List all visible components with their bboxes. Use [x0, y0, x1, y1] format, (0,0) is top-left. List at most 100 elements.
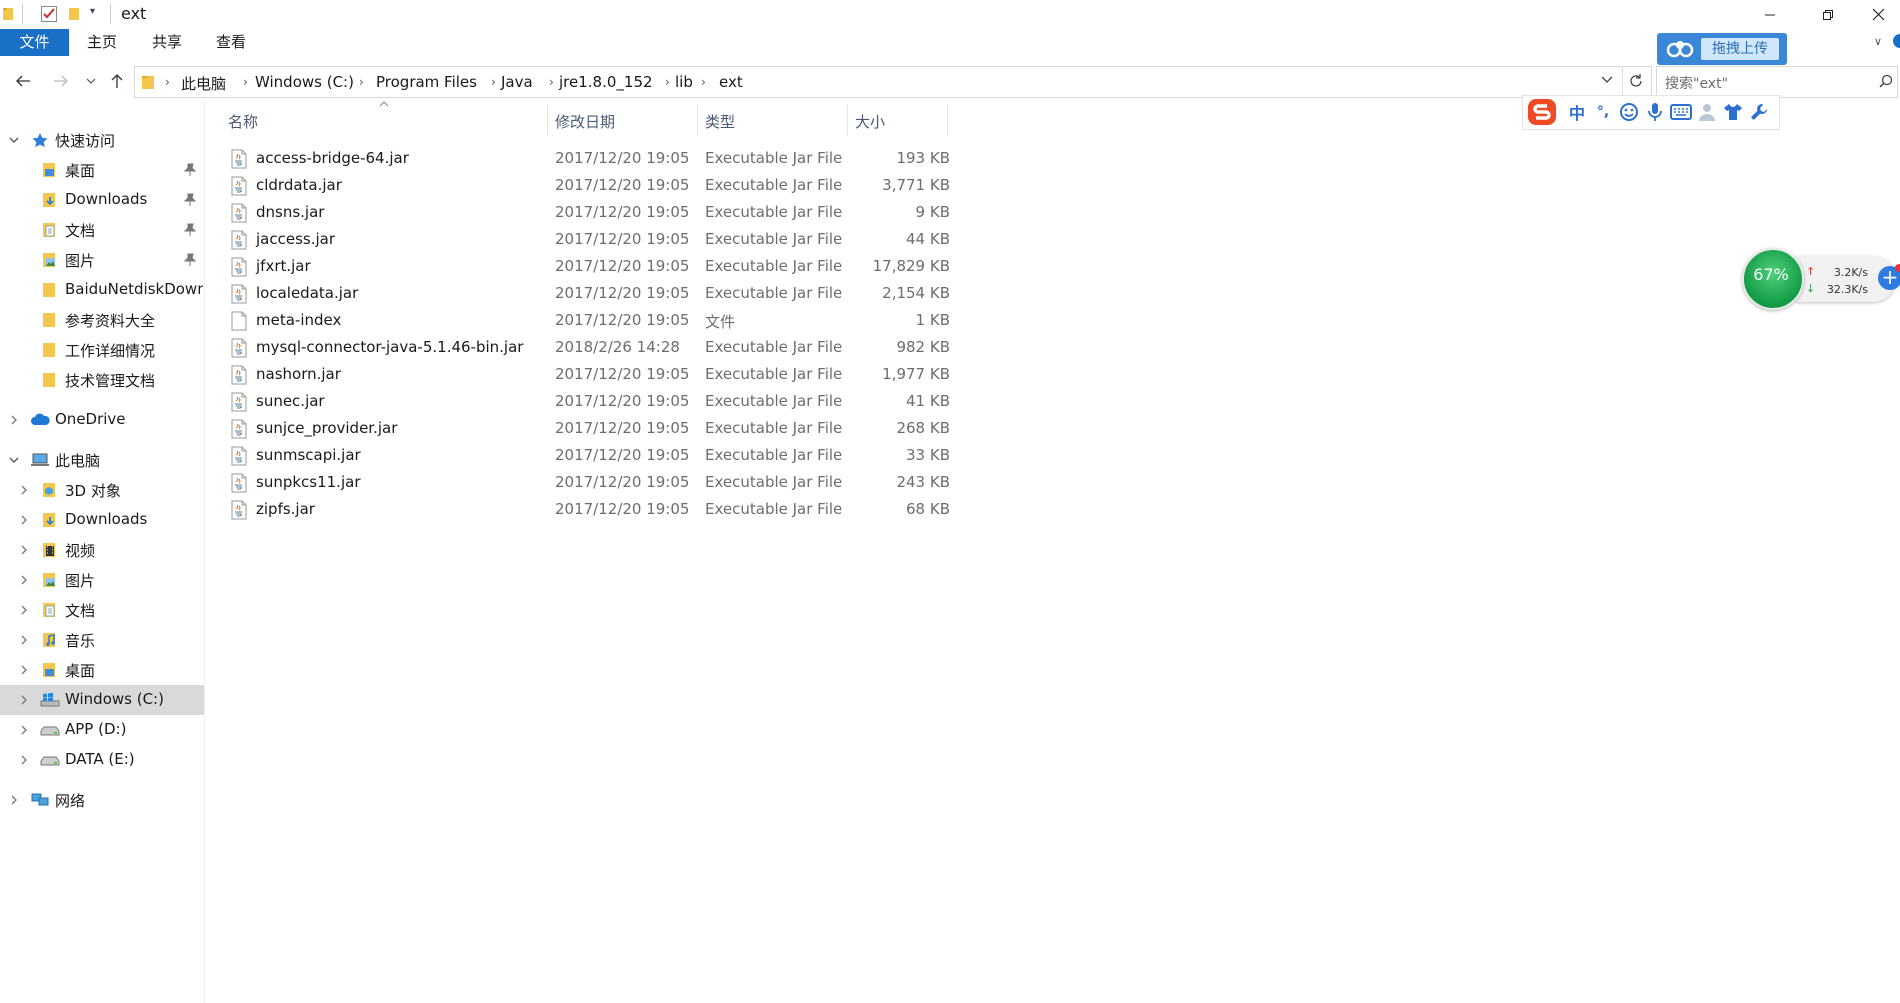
file-row[interactable]: mysql-connector-java-5.1.46-bin.jar 2018/…	[224, 334, 950, 361]
breadcrumb-separator[interactable]: ›	[165, 75, 170, 89]
breadcrumb-lib[interactable]: lib	[675, 73, 693, 91]
nav-folder-baidunetdiskdown[interactable]: BaiduNetdiskDown	[0, 275, 204, 305]
tab-view[interactable]: 查看	[199, 29, 263, 56]
column-header-size[interactable]: 大小	[855, 111, 885, 132]
nav-pc-desktop[interactable]: 桌面	[0, 655, 204, 685]
skin-shirt-icon[interactable]	[1721, 100, 1745, 124]
nav-pc-downloads[interactable]: Downloads	[0, 505, 204, 535]
refresh-icon[interactable]	[1628, 73, 1644, 89]
nav-windows-c[interactable]: Windows (C:)	[0, 685, 204, 715]
column-header-date[interactable]: 修改日期	[555, 111, 615, 132]
chevron-right-icon[interactable]	[18, 633, 30, 647]
file-row[interactable]: jaccess.jar 2017/12/20 19:05 Executable Ja…	[224, 226, 950, 253]
close-button[interactable]	[1857, 0, 1900, 29]
breadcrumb-separator[interactable]: ›	[549, 75, 554, 89]
chevron-right-icon[interactable]	[18, 513, 30, 527]
file-row[interactable]: access-bridge-64.jar 2017/12/20 19:05 Exec…	[224, 145, 950, 172]
chevron-right-icon[interactable]	[18, 723, 30, 737]
nav-videos[interactable]: 视频	[0, 535, 204, 565]
nav-3d-objects[interactable]: 3D 对象	[0, 475, 204, 505]
file-row[interactable]: meta-index 2017/12/20 19:05 文件 1 KB	[224, 307, 950, 334]
address-dropdown-icon[interactable]	[1601, 75, 1613, 85]
restore-button[interactable]	[1799, 0, 1857, 29]
breadcrumb-program-files[interactable]: Program Files	[376, 73, 477, 91]
tab-share[interactable]: 共享	[135, 29, 199, 56]
nav-data-e[interactable]: DATA (E:)	[0, 745, 204, 775]
back-button[interactable]	[12, 70, 34, 92]
ime-chinese-mode[interactable]: 中	[1565, 100, 1589, 124]
nav-pc-pictures[interactable]: 图片	[0, 565, 204, 595]
file-row[interactable]: zipfs.jar 2017/12/20 19:05 Executable Jar …	[224, 496, 950, 523]
chevron-right-icon[interactable]	[18, 693, 30, 707]
tab-home[interactable]: 主页	[69, 29, 135, 56]
nav-app-d[interactable]: APP (D:)	[0, 715, 204, 745]
file-row[interactable]: dnsns.jar 2017/12/20 19:05 Executable Jar …	[224, 199, 950, 226]
search-input[interactable]: 搜索"ext"	[1665, 73, 1728, 93]
recent-locations-button[interactable]	[82, 70, 100, 92]
keyboard-icon[interactable]	[1669, 100, 1693, 124]
search-icon[interactable]	[1879, 74, 1893, 88]
emoji-icon[interactable]	[1617, 100, 1641, 124]
nav-this-pc[interactable]: 此电脑	[0, 445, 204, 475]
wrench-icon[interactable]	[1747, 100, 1771, 124]
column-divider[interactable]	[547, 104, 548, 136]
nav-pc-documents[interactable]: 文档	[0, 595, 204, 625]
nav-pictures[interactable]: 图片	[0, 245, 204, 275]
breadcrumb-windows-c[interactable]: Windows (C:)	[255, 73, 354, 91]
forward-button[interactable]	[50, 70, 72, 92]
user-icon[interactable]	[1695, 100, 1719, 124]
file-row[interactable]: localedata.jar 2017/12/20 19:05 Executable…	[224, 280, 950, 307]
nav-desktop[interactable]: 桌面	[0, 155, 204, 185]
nav-network[interactable]: 网络	[0, 785, 204, 815]
breadcrumb-jre[interactable]: jre1.8.0_152	[559, 73, 653, 91]
pin-icon[interactable]	[184, 253, 196, 267]
file-row[interactable]: sunec.jar 2017/12/20 19:05 Executable Jar …	[224, 388, 950, 415]
nav-music[interactable]: 音乐	[0, 625, 204, 655]
nav-folder-tech-docs[interactable]: 技术管理文档	[0, 365, 204, 395]
file-row[interactable]: sunpkcs11.jar 2017/12/20 19:05 Executable …	[224, 469, 950, 496]
address-bar[interactable]: › 此电脑 › Windows (C:) › Program Files › J…	[134, 66, 1652, 98]
sogou-logo-icon[interactable]	[1525, 96, 1559, 129]
chevron-down-icon[interactable]	[8, 133, 20, 147]
chevron-down-icon[interactable]	[8, 453, 20, 467]
column-divider[interactable]	[697, 104, 698, 136]
breadcrumb-separator[interactable]: ›	[491, 75, 496, 89]
file-row[interactable]: cldrdata.jar 2017/12/20 19:05 Executable J…	[224, 172, 950, 199]
file-row[interactable]: jfxrt.jar 2017/12/20 19:05 Executable Jar …	[224, 253, 950, 280]
ime-punctuation[interactable]: °,	[1591, 100, 1615, 124]
column-header-name[interactable]: 名称	[228, 111, 258, 132]
breadcrumb-separator[interactable]: ›	[665, 75, 670, 89]
column-header-type[interactable]: 类型	[705, 111, 735, 132]
chevron-right-icon[interactable]	[8, 413, 20, 427]
new-folder-icon[interactable]	[68, 6, 80, 22]
search-box[interactable]: 搜索"ext"	[1656, 66, 1898, 98]
breadcrumb-this-pc[interactable]: 此电脑	[181, 73, 226, 94]
chevron-right-icon[interactable]	[18, 543, 30, 557]
chevron-right-icon[interactable]	[18, 573, 30, 587]
chevron-right-icon[interactable]	[8, 793, 20, 807]
nav-folder-work-details[interactable]: 工作详细情况	[0, 335, 204, 365]
customize-quick-access-icon[interactable]: ▾	[90, 6, 95, 17]
chevron-right-icon[interactable]	[18, 483, 30, 497]
baidu-upload-widget[interactable]: 拖拽上传	[1657, 33, 1787, 65]
nav-quick-access[interactable]: 快速访问	[0, 125, 204, 155]
chevron-right-icon[interactable]	[18, 753, 30, 767]
breadcrumb-ext[interactable]: ext	[719, 73, 743, 91]
chevron-right-icon[interactable]	[18, 603, 30, 617]
nav-downloads[interactable]: Downloads	[0, 185, 204, 215]
pin-icon[interactable]	[184, 163, 196, 177]
chevron-right-icon[interactable]	[18, 663, 30, 677]
expand-ribbon-icon[interactable]: ∨	[1874, 35, 1882, 48]
file-row[interactable]: sunmscapi.jar 2017/12/20 19:05 Executable …	[224, 442, 950, 469]
breadcrumb-java[interactable]: Java	[501, 73, 533, 91]
properties-icon[interactable]	[40, 5, 58, 23]
nav-onedrive[interactable]: OneDrive	[0, 405, 204, 435]
nav-folder-reference[interactable]: 参考资料大全	[0, 305, 204, 335]
pin-icon[interactable]	[184, 193, 196, 207]
network-speed-widget[interactable]: ↑ 3.2K/s ↓ 32.3K/s 67% +	[1742, 248, 1900, 310]
help-icon[interactable]	[1893, 34, 1900, 48]
file-row[interactable]: sunjce_provider.jar 2017/12/20 19:05 Execu…	[224, 415, 950, 442]
minimize-button[interactable]	[1741, 0, 1799, 29]
ime-toolbar[interactable]: 中 °,	[1522, 95, 1780, 130]
column-divider[interactable]	[847, 104, 848, 136]
